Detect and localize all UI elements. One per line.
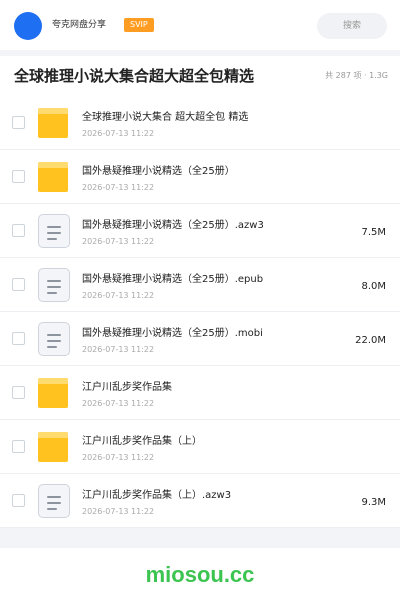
document-icon xyxy=(38,268,70,302)
document-icon xyxy=(38,484,70,518)
file-row[interactable]: 国外悬疑推理小说精选（全25册）.mobi 2026-07-13 11:22 22.… xyxy=(0,312,400,366)
file-name: 国外悬疑推理小说精选（全25册）.epub xyxy=(82,274,264,285)
brand-watermark: miosou.cc xyxy=(145,562,255,587)
file-row[interactable]: 江户川乱步奖作品集（上） 2026-07-13 11:22 xyxy=(0,420,400,474)
file-name: 国外悬疑推理小说精选（全25册）.mobi xyxy=(82,328,263,339)
svip-badge: SVIP xyxy=(124,18,154,32)
file-name: 江户川乱步奖作品集 xyxy=(82,382,172,393)
file-size: 9.3M xyxy=(361,497,386,508)
file-size: 22.0M xyxy=(355,335,386,346)
select-checkbox[interactable] xyxy=(12,332,25,345)
file-date: 2026-07-13 11:22 xyxy=(82,291,155,300)
file-name: 全球推理小说大集合 超大超全包 精选 xyxy=(82,112,249,123)
file-date: 2026-07-13 11:22 xyxy=(82,399,155,408)
item-count-meta: 共 287 项 · 1.3G xyxy=(325,71,388,80)
user-name: 夸克网盘分享 xyxy=(52,20,107,30)
select-checkbox[interactable] xyxy=(12,170,25,183)
select-checkbox[interactable] xyxy=(12,116,25,129)
file-date: 2026-07-13 11:22 xyxy=(82,453,155,462)
file-date: 2026-07-13 11:22 xyxy=(82,507,155,516)
file-date: 2026-07-13 11:22 xyxy=(82,345,155,354)
file-row[interactable]: 国外悬疑推理小说精选（全25册）.azw3 2026-07-13 11:22 7.5… xyxy=(0,204,400,258)
search-button[interactable]: 搜索 xyxy=(317,13,387,39)
file-list: 全球推理小说大集合 超大超全包 精选 2026-07-13 11:22 国外悬疑推理… xyxy=(0,96,400,528)
page-title: 全球推理小说大集合超大超全包精选 xyxy=(14,67,255,85)
file-name: 国外悬疑推理小说精选（全25册） xyxy=(82,166,235,177)
select-checkbox[interactable] xyxy=(12,440,25,453)
file-size: 7.5M xyxy=(361,227,386,238)
select-checkbox[interactable] xyxy=(12,278,25,291)
file-name: 江户川乱步奖作品集（上）.azw3 xyxy=(82,490,232,501)
file-name: 江户川乱步奖作品集（上） xyxy=(82,436,202,447)
file-row[interactable]: 国外悬疑推理小说精选（全25册）.epub 2026-07-13 11:22 8.0… xyxy=(0,258,400,312)
header-bar: 夸克网盘分享 SVIP 搜索 xyxy=(0,0,400,50)
footer: miosou.cc xyxy=(0,548,400,600)
file-row[interactable]: 全球推理小说大集合 超大超全包 精选 2026-07-13 11:22 xyxy=(0,96,400,150)
select-checkbox[interactable] xyxy=(12,494,25,507)
avatar[interactable] xyxy=(14,12,42,40)
file-date: 2026-07-13 11:22 xyxy=(82,183,155,192)
folder-icon xyxy=(38,432,68,462)
document-icon xyxy=(38,322,70,356)
file-row[interactable]: 江户川乱步奖作品集 2026-07-13 11:22 xyxy=(0,366,400,420)
file-row[interactable]: 江户川乱步奖作品集（上）.azw3 2026-07-13 11:22 9.3M xyxy=(0,474,400,528)
document-icon xyxy=(38,214,70,248)
file-name: 国外悬疑推理小说精选（全25册）.azw3 xyxy=(82,220,264,231)
select-checkbox[interactable] xyxy=(12,386,25,399)
title-bar: 全球推理小说大集合超大超全包精选 共 287 项 · 1.3G xyxy=(0,56,400,96)
folder-icon xyxy=(38,162,68,192)
file-size: 8.0M xyxy=(361,281,386,292)
file-date: 2026-07-13 11:22 xyxy=(82,237,155,246)
file-date: 2026-07-13 11:22 xyxy=(82,129,155,138)
folder-icon xyxy=(38,108,68,138)
folder-icon xyxy=(38,378,68,408)
select-checkbox[interactable] xyxy=(12,224,25,237)
file-row[interactable]: 国外悬疑推理小说精选（全25册） 2026-07-13 11:22 xyxy=(0,150,400,204)
